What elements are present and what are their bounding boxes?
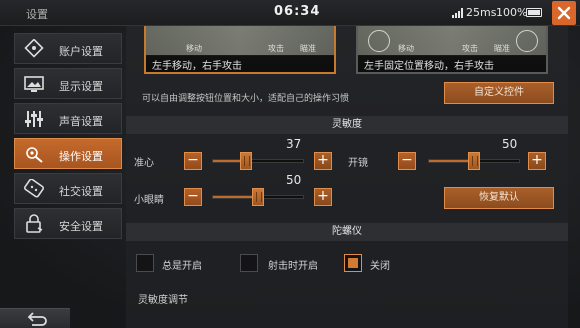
battery-icon xyxy=(526,8,542,17)
account-icon xyxy=(24,39,44,58)
sidebar-item-controls[interactable]: 操作设置 xyxy=(14,138,122,169)
crosshair-decrease-button[interactable]: − xyxy=(184,152,202,170)
gyro-off-checkbox[interactable] xyxy=(344,254,362,272)
page-title: 设置 xyxy=(26,8,48,21)
layout-option-fixed-move[interactable]: 移动 攻击 瞄准 左手固定位置移动，右手攻击 xyxy=(356,26,548,74)
gyro-always-on-label: 总是开启 xyxy=(162,261,202,272)
sidebar-item-sound[interactable]: 声音设置 xyxy=(14,103,122,134)
clock: 06:34 xyxy=(274,4,321,19)
camera-slider[interactable] xyxy=(212,188,304,206)
camera-decrease-button[interactable]: − xyxy=(184,188,202,206)
reset-default-button[interactable]: 恢复默认 xyxy=(444,187,554,209)
sensitivity-adjust-subheader: 灵敏度调节 xyxy=(138,295,188,306)
sidebar-item-label: 账户设置 xyxy=(59,45,103,58)
joystick-icon xyxy=(368,30,390,52)
slider-thumb[interactable] xyxy=(468,152,480,170)
gyro-always-on-checkbox[interactable] xyxy=(136,254,154,272)
ping-readout: 25ms xyxy=(466,6,497,19)
custom-controls-button[interactable]: 自定义控件 xyxy=(444,82,554,104)
sidebar-item-social[interactable]: 社交设置 xyxy=(14,173,122,204)
camera-value: 50 xyxy=(286,173,302,187)
fire-button-icon xyxy=(516,30,538,52)
camera-increase-button[interactable]: + xyxy=(314,188,332,206)
crosshair-slider[interactable] xyxy=(212,152,304,170)
scope-slider[interactable] xyxy=(428,152,520,170)
preview-aim-label: 瞄准 xyxy=(300,44,316,53)
preview-move-label: 移动 xyxy=(186,44,202,53)
sidebar-item-security[interactable]: 安全设置 xyxy=(14,208,122,239)
controls-icon xyxy=(26,147,43,163)
scope-value: 50 xyxy=(502,137,518,151)
display-icon xyxy=(24,76,44,92)
gyro-on-fire-checkbox[interactable] xyxy=(240,254,258,272)
sidebar-item-label: 声音设置 xyxy=(59,115,103,128)
gyro-off-label: 关闭 xyxy=(370,261,390,272)
sidebar: 账户设置 显示设置 声音设置 操作设置 社交设置 安全设置 xyxy=(14,33,122,243)
sidebar-item-display[interactable]: 显示设置 xyxy=(14,68,122,99)
preview-move-label: 移动 xyxy=(398,44,414,53)
security-icon xyxy=(26,214,43,233)
sidebar-item-label: 显示设置 xyxy=(59,80,103,93)
layout-option-free-move[interactable]: 移动 攻击 瞄准 左手移动，右手攻击 xyxy=(144,26,336,74)
camera-label: 小眼睛 xyxy=(134,195,164,206)
sidebar-item-label: 社交设置 xyxy=(59,185,103,198)
sensitivity-header: 灵敏度 xyxy=(126,116,568,134)
slider-thumb[interactable] xyxy=(252,188,264,206)
sidebar-item-label: 安全设置 xyxy=(59,220,103,233)
layout-option-caption: 左手固定位置移动，右手攻击 xyxy=(358,55,546,72)
layout-hint: 可以自由调整按钮位置和大小，适配自己的操作习惯 xyxy=(142,94,350,104)
top-bar: 设置 06:34 25ms 100% xyxy=(0,0,580,26)
slider-thumb[interactable] xyxy=(240,152,253,170)
close-button[interactable] xyxy=(552,1,576,25)
signal-icon xyxy=(452,8,463,18)
layout-option-caption: 左手移动，右手攻击 xyxy=(146,55,334,72)
preview-attack-label: 攻击 xyxy=(268,44,284,53)
gyro-on-fire-label: 射击时开启 xyxy=(268,261,318,272)
preview-aim-label: 瞄准 xyxy=(494,44,510,53)
gyroscope-header: 陀螺仪 xyxy=(126,223,568,241)
scope-label: 开镜 xyxy=(348,158,368,169)
scope-decrease-button[interactable]: − xyxy=(398,152,416,170)
crosshair-label: 准心 xyxy=(134,158,154,169)
social-icon xyxy=(23,179,45,198)
sidebar-item-label: 操作设置 xyxy=(59,150,103,163)
preview-attack-label: 攻击 xyxy=(462,44,478,53)
controls-settings-panel: 移动 攻击 瞄准 左手移动，右手攻击 移动 攻击 瞄准 左手固定位置移动，右手攻… xyxy=(126,26,568,328)
crosshair-increase-button[interactable]: + xyxy=(314,152,332,170)
battery-percent: 100% xyxy=(496,6,528,19)
sound-icon xyxy=(25,111,43,127)
crosshair-value: 37 xyxy=(286,137,302,151)
scope-increase-button[interactable]: + xyxy=(528,152,546,170)
back-button[interactable] xyxy=(0,308,70,328)
back-arrow-icon xyxy=(27,312,47,326)
close-icon xyxy=(557,6,571,20)
sidebar-item-account[interactable]: 账户设置 xyxy=(14,33,122,64)
